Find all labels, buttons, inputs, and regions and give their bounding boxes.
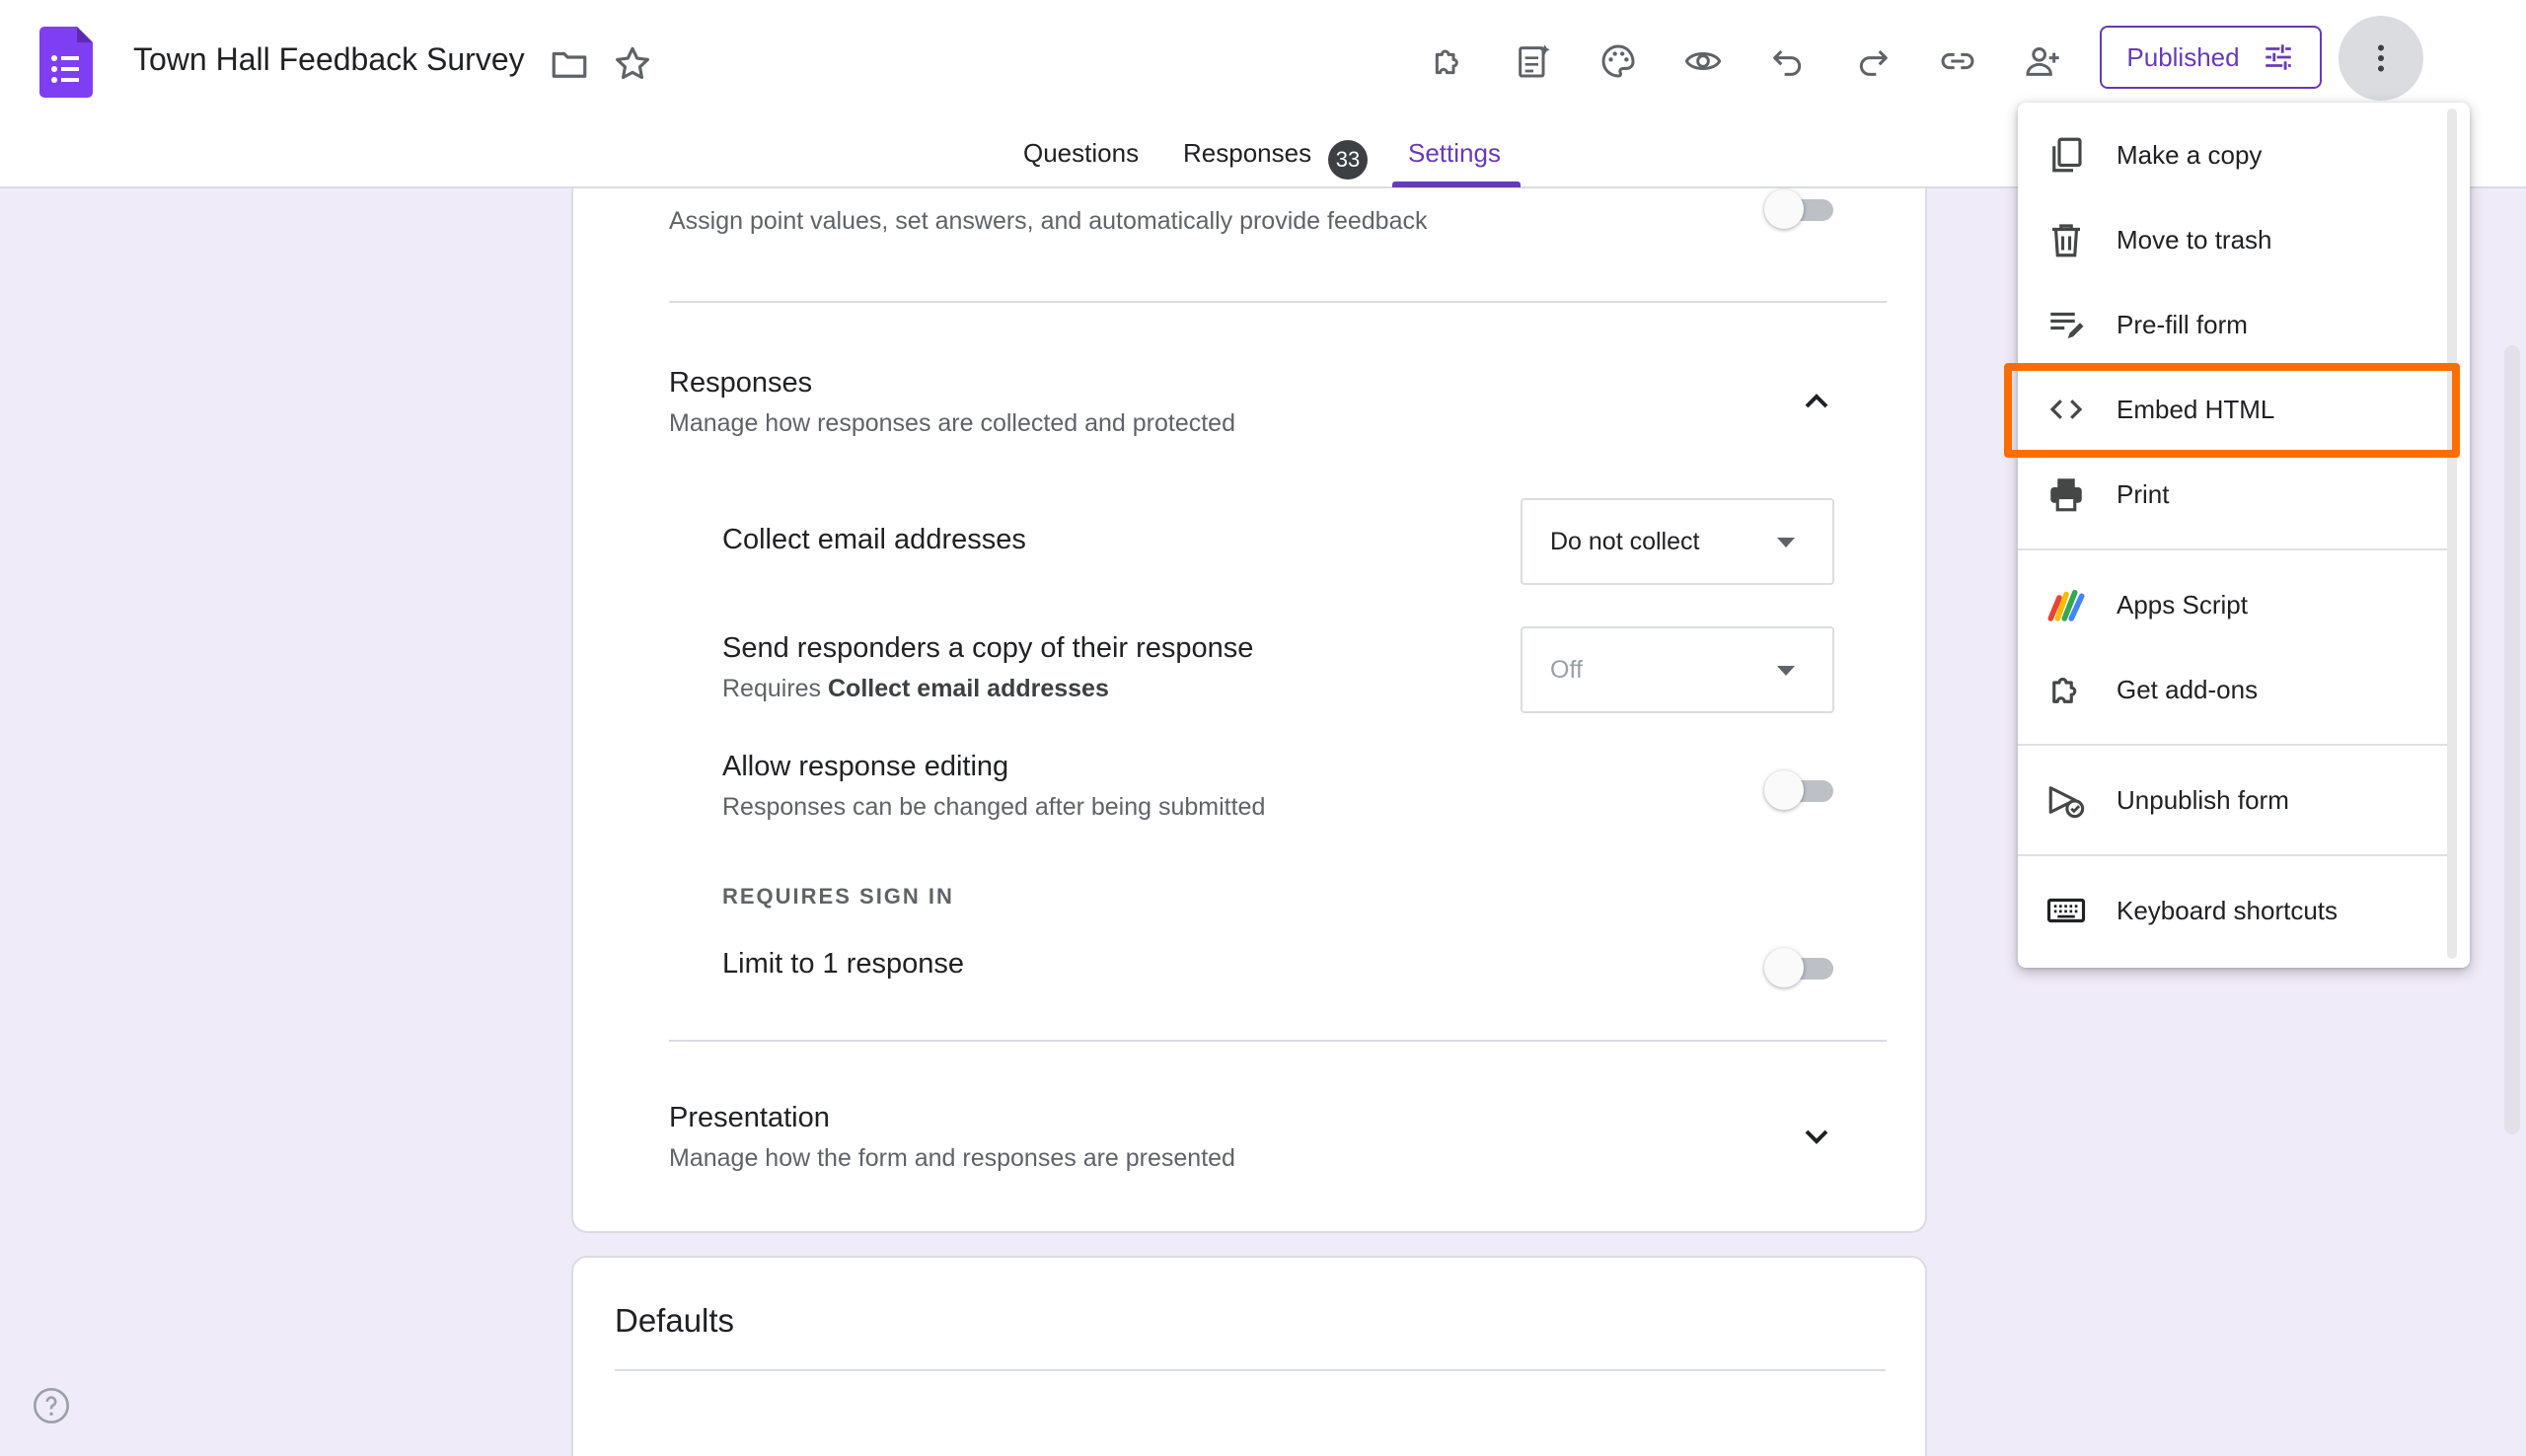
menu-divider <box>2018 548 2452 550</box>
customize-theme-button[interactable] <box>1591 34 1646 89</box>
requires-sign-in-heading: REQUIRES SIGN IN <box>722 884 954 909</box>
menu-divider <box>2018 744 2452 746</box>
menu-item-unpublish-form[interactable]: Unpublish form <box>2018 758 2452 842</box>
divider <box>669 301 1887 303</box>
published-button[interactable]: Published <box>2100 26 2322 89</box>
menu-item-print[interactable]: Print <box>2018 452 2452 537</box>
undo-icon <box>1773 49 1802 76</box>
limit-response-label: Limit to 1 response <box>722 948 965 980</box>
menu-item-get-addons[interactable]: Get add-ons <box>2018 647 2452 732</box>
document-title[interactable]: Town Hall Feedback Survey <box>133 41 525 78</box>
allow-editing-toggle[interactable] <box>1764 770 1833 810</box>
link-icon <box>1941 52 1974 70</box>
puzzle-icon <box>1435 49 1458 75</box>
settings-card: Assign point values, set answers, and au… <box>571 188 1927 1233</box>
palette-icon <box>1601 44 1635 78</box>
forms-logo-icon[interactable] <box>39 27 93 98</box>
preview-button[interactable] <box>1675 34 1731 89</box>
prefill-icon <box>2050 312 2084 338</box>
trash-icon <box>2052 224 2080 257</box>
person-add-icon <box>2026 47 2059 76</box>
redo-icon <box>1859 49 1888 76</box>
form-sparkle-icon <box>1519 44 1550 78</box>
divider <box>669 1040 1887 1042</box>
presentation-section-description: Manage how the form and responses are pr… <box>669 1144 1235 1172</box>
defaults-card: Defaults <box>571 1256 1927 1456</box>
collect-email-select[interactable]: Do not collect <box>1521 498 1834 585</box>
menu-scrollbar[interactable] <box>2447 109 2457 959</box>
divider <box>615 1369 1886 1371</box>
send-copy-select[interactable]: Off <box>1521 626 1834 713</box>
send-copy-requirement: Requires Collect email addresses <box>722 675 1109 702</box>
unpublish-icon <box>2048 786 2085 819</box>
tune-icon <box>2265 44 2291 70</box>
more-options-button[interactable] <box>2339 16 2423 101</box>
tab-questions[interactable]: Questions <box>1023 138 1139 169</box>
menu-item-apps-script[interactable]: Apps Script <box>2018 562 2452 647</box>
puzzle-icon <box>2052 677 2077 703</box>
dropdown-arrow-icon <box>1777 666 1795 676</box>
add-collaborator-button[interactable] <box>2015 34 2070 89</box>
undo-button[interactable] <box>1760 34 1816 89</box>
responses-count-badge: 33 <box>1328 140 1368 180</box>
responses-section-description: Manage how responses are collected and p… <box>669 409 1235 437</box>
limit-response-toggle[interactable] <box>1764 948 1833 987</box>
quizzes-description: Assign point values, set answers, and au… <box>669 207 1428 235</box>
menu-item-move-to-trash[interactable]: Move to trash <box>2018 197 2452 282</box>
menu-item-make-copy[interactable]: Make a copy <box>2018 112 2452 197</box>
copy-icon <box>2052 137 2082 173</box>
defaults-title: Defaults <box>615 1302 735 1339</box>
tab-settings[interactable]: Settings <box>1408 138 1501 169</box>
addons-puzzle-button[interactable] <box>1421 34 1476 89</box>
allow-editing-description: Responses can be changed after being sub… <box>722 793 1266 821</box>
help-icon[interactable] <box>32 1386 71 1425</box>
dropdown-arrow-icon <box>1777 538 1795 547</box>
published-label: Published <box>2126 41 2240 72</box>
folder-icon[interactable] <box>549 43 590 85</box>
keyboard-icon <box>2046 898 2086 923</box>
more-vert-icon <box>2378 44 2384 72</box>
menu-item-keyboard-shortcuts[interactable]: Keyboard shortcuts <box>2018 868 2452 953</box>
eye-icon <box>1684 52 1722 70</box>
menu-item-prefill-form[interactable]: Pre-fill form <box>2018 282 2452 367</box>
ai-form-button[interactable] <box>1506 34 1561 89</box>
highlight-box <box>2004 363 2460 458</box>
chevron-up-icon[interactable] <box>1797 382 1836 421</box>
chevron-down-icon[interactable] <box>1797 1117 1836 1156</box>
quiz-toggle[interactable] <box>1764 189 1833 229</box>
more-options-menu: Make a copy Move to trash Pre-fill form … <box>2018 103 2470 968</box>
tab-responses[interactable]: Responses <box>1183 138 1311 169</box>
copy-link-button[interactable] <box>1930 34 1985 89</box>
presentation-section-title: Presentation <box>669 1102 830 1133</box>
active-tab-indicator <box>1392 182 1521 187</box>
collect-email-label: Collect email addresses <box>722 524 1026 555</box>
apps-script-icon <box>2047 589 2085 621</box>
page-scrollbar[interactable] <box>2504 345 2520 1134</box>
responses-section-title: Responses <box>669 367 813 399</box>
collect-email-value: Do not collect <box>1550 528 1700 555</box>
menu-divider <box>2018 854 2452 856</box>
print-icon <box>2050 478 2082 512</box>
redo-button[interactable] <box>1845 34 1900 89</box>
star-icon[interactable] <box>612 43 653 85</box>
allow-editing-label: Allow response editing <box>722 751 1009 782</box>
send-copy-value: Off <box>1550 656 1583 684</box>
send-copy-label: Send responders a copy of their response <box>722 632 1254 664</box>
